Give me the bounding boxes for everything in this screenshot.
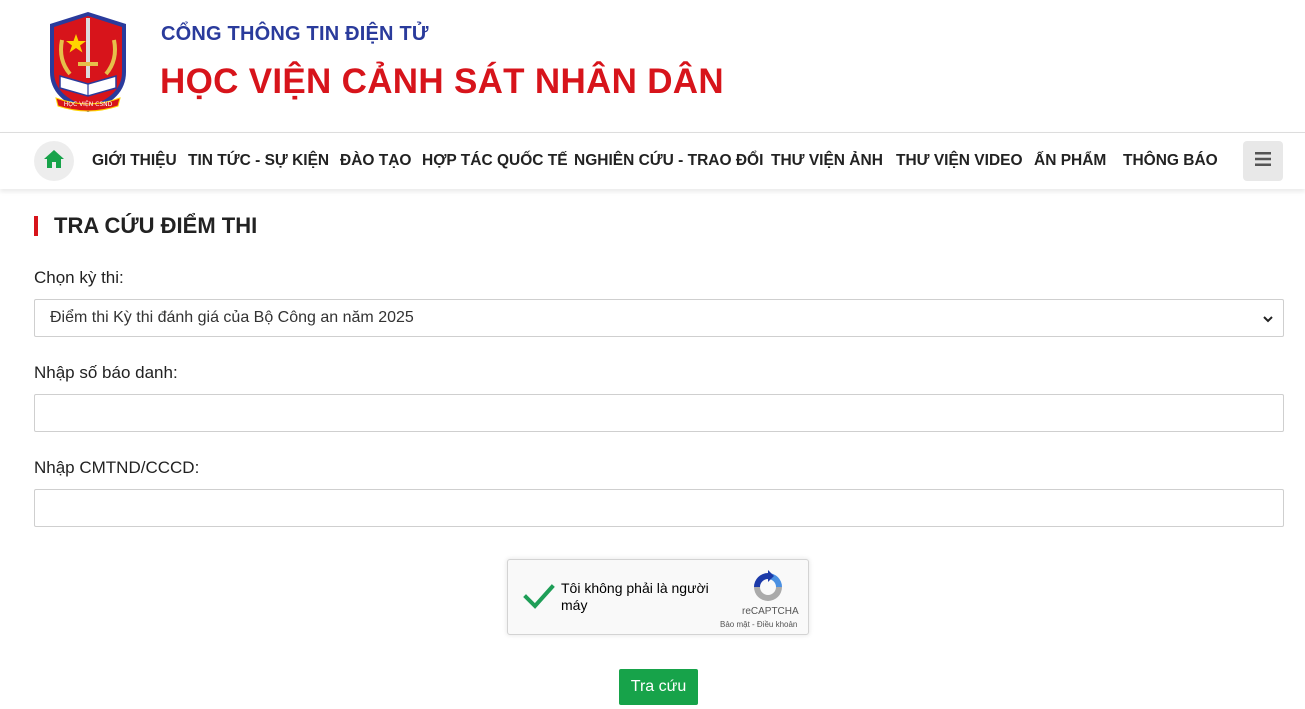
home-icon [43,149,65,174]
recaptcha-widget: Tôi không phải là người máy reCAPTCHA Bả… [507,559,809,635]
recaptcha-label: Tôi không phải là người máy [561,580,709,613]
id-number-label: Nhập CMTND/CCCD: [34,458,200,477]
nav-item-dao-tao[interactable]: ĐÀO TẠO [340,152,411,170]
recaptcha-checkbox[interactable] [522,580,556,614]
candidate-number-label: Nhập số báo danh: [34,363,178,382]
main-navigation: GIỚI THIỆU TIN TỨC - SỰ KIỆN ĐÀO TẠO HỢP… [0,132,1305,189]
recaptcha-logo-icon [750,569,786,605]
id-number-input[interactable] [34,489,1284,527]
police-academy-logo[interactable]: HỌC VIỆN CSND [44,10,132,114]
logo-ribbon-text: HỌC VIỆN CSND [64,100,113,108]
page-title-text: TRA CỨU ĐIỂM THI [54,213,258,238]
search-submit-button[interactable]: Tra cứu [619,669,698,705]
academy-title[interactable]: HỌC VIỆN CẢNH SÁT NHÂN DÂN [160,62,724,102]
exam-select-label: Chọn kỳ thi: [34,268,124,287]
recaptcha-brand: reCAPTCHA [742,606,799,617]
chevron-down-icon [1262,312,1274,330]
exam-select[interactable]: Điểm thi Kỳ thi đánh giá của Bộ Công an … [34,299,1284,337]
site-header: HỌC VIỆN CSND CỔNG THÔNG TIN ĐIỆN TỬ HỌC… [0,0,1305,132]
nav-item-thong-bao[interactable]: THÔNG BÁO [1123,152,1218,170]
hamburger-menu-icon [1255,151,1271,171]
nav-item-an-pham[interactable]: ẤN PHẨM [1034,152,1106,170]
portal-title: CỔNG THÔNG TIN ĐIỆN TỬ [161,23,429,45]
menu-toggle-button[interactable] [1243,141,1283,181]
candidate-number-input[interactable] [34,394,1284,432]
checkmark-icon [522,584,556,618]
nav-item-tin-tuc-su-kien[interactable]: TIN TỨC - SỰ KIỆN [188,152,329,170]
exam-select-value: Điểm thi Kỳ thi đánh giá của Bộ Công an … [50,309,414,326]
home-button[interactable] [34,141,74,181]
nav-item-gioi-thieu[interactable]: GIỚI THIỆU [92,152,177,170]
nav-item-nghien-cuu-trao-doi[interactable]: NGHIÊN CỨU - TRAO ĐỔI [574,152,763,170]
page-title: TRA CỨU ĐIỂM THI [34,213,257,239]
nav-item-thu-vien-anh[interactable]: THƯ VIỆN ẢNH [771,152,883,170]
nav-item-thu-vien-video[interactable]: THƯ VIỆN VIDEO [896,152,1023,170]
recaptcha-terms-link[interactable]: Bảo mật - Điều khoản [720,620,797,629]
title-accent-bar [34,216,38,236]
nav-item-hop-tac-quoc-te[interactable]: HỢP TÁC QUỐC TẾ [422,152,568,170]
